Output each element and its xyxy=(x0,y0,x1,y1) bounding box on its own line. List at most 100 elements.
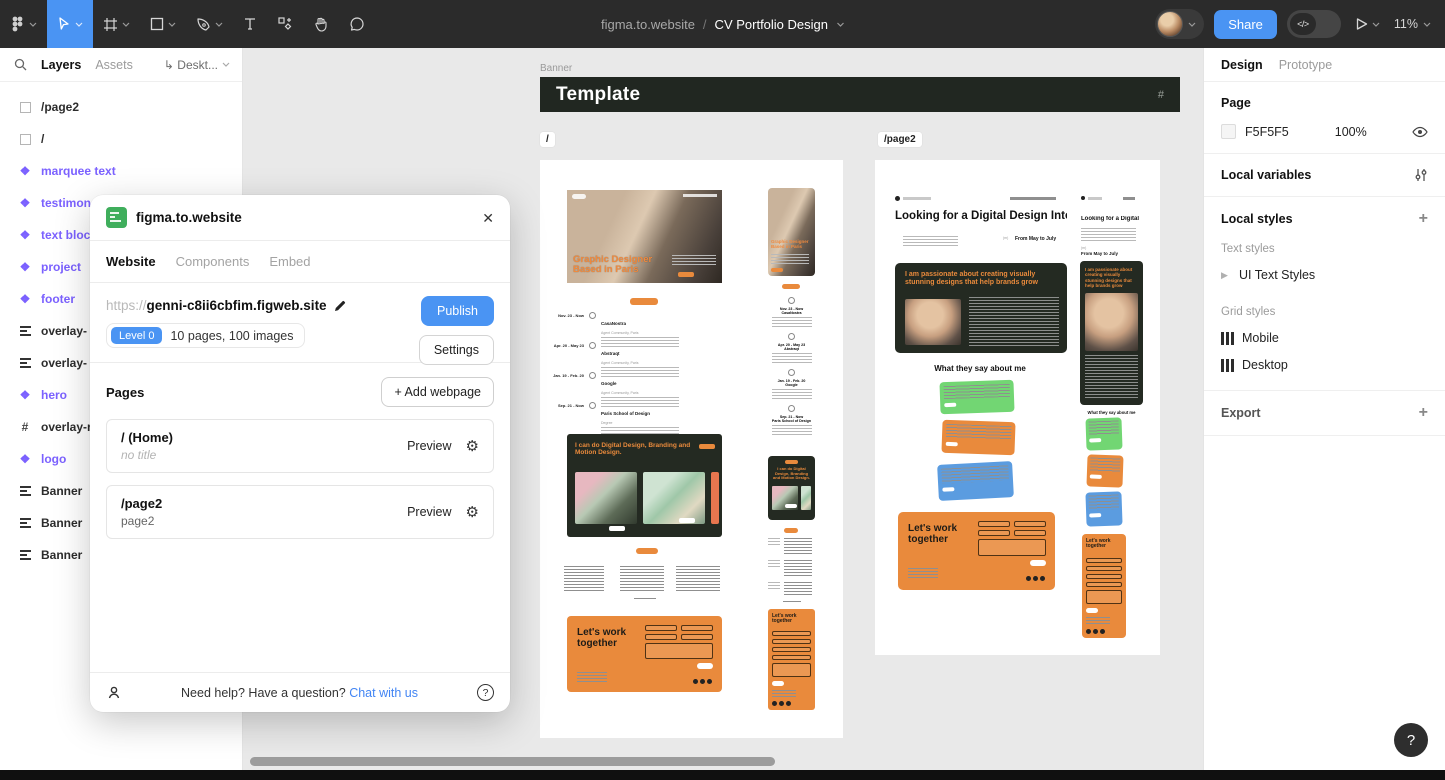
local-styles-heading: Local styles xyxy=(1221,212,1293,226)
thumb-badge xyxy=(636,548,658,554)
gear-icon[interactable]: ⚙ xyxy=(466,439,479,454)
grid-style-mobile-row[interactable]: Mobile xyxy=(1221,331,1428,345)
text-styles-label: Text styles xyxy=(1221,243,1428,255)
ui-text-styles-row[interactable]: ▶ UI Text Styles xyxy=(1221,268,1428,282)
thumb-contact-desktop: Let's work together xyxy=(567,616,722,692)
layer-row-frame[interactable]: / xyxy=(0,123,242,155)
layer-label: testimon xyxy=(41,196,91,210)
tab-assets[interactable]: Assets xyxy=(95,58,133,72)
pen-tool-button[interactable] xyxy=(186,0,233,48)
caret-right-icon[interactable]: ▶ xyxy=(1221,270,1231,281)
page-color-swatch[interactable] xyxy=(1221,124,1236,139)
add-export-icon[interactable]: + xyxy=(1419,405,1428,421)
thumb-testimonial-green xyxy=(939,380,1014,415)
ui-text-styles-label: UI Text Styles xyxy=(1239,268,1315,282)
frame-icon xyxy=(103,17,118,32)
template-banner-object[interactable]: Template # xyxy=(540,77,1180,112)
account-menu[interactable] xyxy=(1155,9,1204,39)
frame-tool-button[interactable] xyxy=(93,0,140,48)
frame-label-home[interactable]: / xyxy=(540,132,555,147)
add-style-icon[interactable]: + xyxy=(1419,211,1428,227)
main-menu-button[interactable] xyxy=(0,0,47,48)
resources-tool-button[interactable] xyxy=(267,0,303,48)
thumb-page2-title-mobile: Looking for a Digital xyxy=(1081,216,1143,222)
search-icon[interactable] xyxy=(14,58,27,71)
text-tool-button[interactable] xyxy=(233,0,267,48)
breadcrumb-separator: / xyxy=(703,17,707,32)
component-icon: ❖ xyxy=(18,165,32,177)
file-breadcrumb[interactable]: figma.to.website / CV Portfolio Design xyxy=(601,0,844,48)
plugin-title: figma.to.website xyxy=(136,210,242,225)
tab-website[interactable]: Website xyxy=(106,254,156,269)
present-button[interactable] xyxy=(1351,0,1384,48)
tab-design[interactable]: Design xyxy=(1221,58,1263,72)
tab-prototype[interactable]: Prototype xyxy=(1279,58,1333,72)
chevron-down-icon xyxy=(1372,22,1380,27)
person-icon xyxy=(106,685,122,701)
page-subtitle: page2 xyxy=(121,514,162,528)
thumb-testimonial-orange-mobile xyxy=(1086,454,1123,487)
variables-icon[interactable] xyxy=(1414,168,1428,182)
plan-usage: 10 pages, 100 images xyxy=(170,329,293,343)
template-banner-title: Template xyxy=(556,84,640,106)
layer-row-frame[interactable]: /page2 xyxy=(0,91,242,123)
thumb-contact-desktop-page2: Let's work together xyxy=(898,512,1055,590)
page-color-hex[interactable]: F5F5F5 xyxy=(1245,125,1289,139)
comment-tool-button[interactable] xyxy=(339,0,375,48)
layer-label: Banner xyxy=(41,548,82,562)
thumb-skills-column xyxy=(564,560,614,592)
add-webpage-button[interactable]: + Add webpage xyxy=(381,377,494,407)
edit-url-icon[interactable] xyxy=(334,300,346,312)
layer-label: /page2 xyxy=(41,100,79,114)
grid-style-desktop-row[interactable]: Desktop xyxy=(1221,358,1428,372)
layer-label: overlay-r xyxy=(41,420,92,434)
hand-tool-button[interactable] xyxy=(303,0,339,48)
share-button[interactable]: Share xyxy=(1214,10,1277,39)
plugin-dialog[interactable]: figma.to.website ✕ Website Components Em… xyxy=(90,195,510,712)
thumb-date-range: From May to July xyxy=(1015,236,1056,242)
layer-row-component[interactable]: ❖marquee text xyxy=(0,155,242,187)
hand-icon xyxy=(313,16,329,32)
close-icon[interactable]: ✕ xyxy=(482,211,494,225)
help-button[interactable]: ? xyxy=(1394,723,1428,757)
help-circle-icon[interactable]: ? xyxy=(477,684,494,701)
frame-page2[interactable]: Looking for a Digital Design Internship … xyxy=(875,160,1160,655)
page-row-home[interactable]: / (Home) no title Preview ⚙ xyxy=(106,419,494,473)
window-bottom-edge xyxy=(0,770,1445,780)
eye-icon[interactable] xyxy=(1412,126,1428,138)
gear-icon[interactable]: ⚙ xyxy=(466,505,479,520)
thumb-header-mobile xyxy=(1081,196,1135,200)
thumb-badge xyxy=(784,528,798,533)
settings-button[interactable]: Settings xyxy=(419,335,494,365)
tab-embed[interactable]: Embed xyxy=(269,254,310,269)
publish-button[interactable]: Publish xyxy=(421,296,494,326)
avatar xyxy=(1157,11,1183,37)
pages-section: Pages + Add webpage / (Home) no title Pr… xyxy=(90,363,510,539)
local-variables-heading: Local variables xyxy=(1221,168,1311,182)
tab-layers[interactable]: Layers xyxy=(41,58,81,72)
banner-layer-label[interactable]: Banner xyxy=(540,63,572,74)
toolbar-right-group: Share </> 11% xyxy=(1155,0,1445,48)
frame-home[interactable]: Graphic Designer Based in Paris Nov. 23 … xyxy=(540,160,843,738)
move-tool-button[interactable] xyxy=(47,0,93,48)
frame-label-page2[interactable]: /page2 xyxy=(878,132,922,147)
chat-with-us-link[interactable]: Chat with us xyxy=(349,686,418,700)
horizontal-scrollbar[interactable] xyxy=(250,757,775,766)
tab-components[interactable]: Components xyxy=(176,254,250,269)
url-domain: genni-c8ii6cbfim.figweb.site xyxy=(147,298,327,313)
export-section: Export + xyxy=(1204,390,1445,436)
thumb-testimonial-orange xyxy=(941,420,1015,456)
page-row-page2[interactable]: /page2 page2 Preview ⚙ xyxy=(106,485,494,539)
component-icon: ❖ xyxy=(18,197,32,209)
chevron-down-icon[interactable] xyxy=(836,22,844,27)
text-layer-icon xyxy=(18,518,32,528)
chevron-down-icon xyxy=(29,22,37,27)
thumb-hero-mobile: Graphic Designer Based in Paris xyxy=(768,188,815,276)
preview-link[interactable]: Preview xyxy=(407,505,451,519)
zoom-menu[interactable]: 11% xyxy=(1394,17,1431,31)
page-picker[interactable]: ↳ Deskt... xyxy=(164,58,230,72)
dev-mode-toggle[interactable]: </> xyxy=(1287,10,1341,38)
shape-tool-button[interactable] xyxy=(140,0,186,48)
page-color-opacity[interactable]: 100% xyxy=(1335,125,1367,139)
preview-link[interactable]: Preview xyxy=(407,439,451,453)
